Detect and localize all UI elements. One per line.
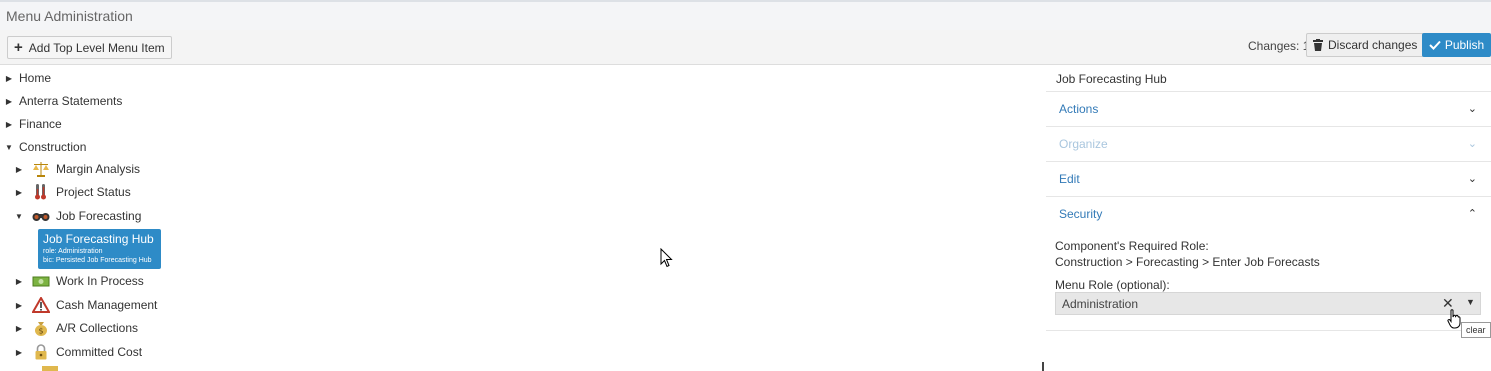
warning-icon (31, 295, 51, 313)
section-security[interactable]: Security ⌃ (1046, 196, 1491, 231)
tree-item-finance[interactable]: ▶ Finance (4, 114, 62, 134)
tree-item-project-status[interactable]: ▶ Project Status (14, 182, 131, 202)
expand-arrow-icon[interactable]: ▶ (14, 165, 24, 174)
menu-role-select[interactable]: Administration ✕ ▼ (1055, 292, 1481, 315)
tree-item-label: Work In Process (56, 274, 144, 288)
menu-tree: ▶ Home ▶ Anterra Statements ▶ Finance ▼ … (0, 66, 1040, 371)
chevron-down-icon: ⌄ (1467, 173, 1477, 185)
expand-arrow-icon[interactable]: ▶ (14, 188, 24, 197)
trash-icon (1313, 39, 1323, 51)
tree-item-job-forecasting-hub[interactable]: Job Forecasting Hub role: Administration… (38, 229, 161, 269)
binoculars-icon (32, 208, 50, 224)
tree-item-margin-analysis[interactable]: ▶ Margin Analysis (14, 159, 140, 179)
tree-item-label: Home (19, 71, 52, 85)
tree-item-label: Cash Management (56, 298, 158, 312)
tree-item-label: Committed Cost (56, 345, 143, 359)
expand-arrow-icon[interactable]: ▶ (4, 120, 14, 129)
discard-label: Discard changes (1328, 38, 1418, 52)
money-icon (32, 273, 50, 289)
panel-title: Job Forecasting Hub (1056, 72, 1167, 86)
expand-arrow-icon[interactable]: ▶ (14, 301, 24, 310)
add-button-label: Add Top Level Menu Item (28, 40, 165, 55)
tree-item-label: Anterra Statements (19, 94, 123, 108)
tree-item-ar-collections[interactable]: ▶ $ A/R Collections (14, 318, 138, 338)
title-bar: Menu Administration (0, 0, 1491, 30)
tree-item-label: Margin Analysis (56, 162, 141, 176)
tree-item-construction[interactable]: ▼ Construction (4, 137, 86, 157)
expand-arrow-icon[interactable]: ▶ (14, 348, 24, 357)
menu-role-label: Menu Role (optional): (1055, 278, 1170, 292)
tree-item-label: Construction (19, 140, 87, 154)
money-bag-icon: $ (32, 320, 50, 336)
selected-item-bic: bic: Persisted Job Forecasting Hub (43, 257, 152, 264)
divider (1042, 362, 1044, 371)
tree-item-label: Job Forecasting (56, 209, 142, 223)
section-label: Actions (1059, 102, 1099, 116)
toolbar: + Add Top Level Menu Item Changes: 1 Dis… (0, 30, 1491, 65)
required-role-label: Component's Required Role: (1055, 239, 1209, 253)
partial-item-icon (42, 366, 58, 371)
plus-icon: + (14, 39, 23, 56)
section-label: Organize (1059, 137, 1108, 151)
selected-item-role: role: Administration (43, 248, 103, 255)
clear-tooltip: clear (1461, 322, 1491, 338)
tree-item-committed-cost[interactable]: ▶ Committed Cost (14, 342, 142, 362)
collapse-arrow-icon[interactable]: ▼ (4, 143, 14, 152)
discard-changes-button[interactable]: Discard changes (1306, 33, 1425, 57)
publish-button[interactable]: Publish (1422, 33, 1491, 57)
tree-item-home[interactable]: ▶ Home (4, 68, 51, 88)
tree-item-cash-management[interactable]: ▶ Cash Management (14, 295, 157, 315)
tree-item-work-in-process[interactable]: ▶ Work In Process (14, 271, 144, 291)
page-title: Menu Administration (6, 8, 133, 24)
add-top-level-menu-item-button[interactable]: + Add Top Level Menu Item (7, 36, 172, 59)
tree-item-anterra-statements[interactable]: ▶ Anterra Statements (4, 91, 122, 111)
selected-item-title: Job Forecasting Hub (43, 232, 154, 246)
expand-arrow-icon[interactable]: ▶ (14, 324, 24, 333)
chevron-up-icon: ⌃ (1467, 208, 1477, 220)
expand-arrow-icon[interactable]: ▶ (4, 97, 14, 106)
details-panel: Job Forecasting Hub Actions ⌄ Organize ⌄… (1046, 66, 1491, 371)
tree-item-label: A/R Collections (56, 321, 139, 335)
mouse-pointer-icon (660, 248, 673, 268)
security-body: Component's Required Role: Construction … (1046, 231, 1491, 331)
thermometer-icon (32, 184, 50, 200)
expand-arrow-icon[interactable]: ▶ (4, 74, 14, 83)
check-icon (1429, 40, 1441, 50)
required-role-value: Construction > Forecasting > Enter Job F… (1055, 255, 1320, 269)
collapse-arrow-icon[interactable]: ▼ (14, 212, 24, 221)
padlock-icon (32, 344, 50, 360)
hand-pointer-icon (1447, 309, 1461, 329)
section-edit[interactable]: Edit ⌄ (1046, 161, 1491, 196)
expand-arrow-icon[interactable]: ▶ (14, 277, 24, 286)
chevron-down-icon: ⌄ (1467, 103, 1477, 115)
menu-role-value: Administration (1062, 297, 1139, 311)
section-label: Security (1059, 207, 1103, 221)
dropdown-arrow-icon[interactable]: ▼ (1466, 297, 1475, 307)
scales-icon (32, 161, 50, 177)
section-label: Edit (1059, 172, 1080, 186)
tree-item-label: Project Status (56, 185, 131, 199)
svg-text:$: $ (38, 327, 43, 336)
section-actions[interactable]: Actions ⌄ (1046, 91, 1491, 126)
chevron-down-icon: ⌄ (1467, 138, 1477, 150)
tree-item-job-forecasting[interactable]: ▼ Job Forecasting (14, 206, 141, 226)
section-organize[interactable]: Organize ⌄ (1046, 126, 1491, 161)
changes-count: Changes: 1 (1248, 39, 1310, 53)
publish-label: Publish (1444, 38, 1485, 52)
tree-item-label: Finance (19, 117, 62, 131)
